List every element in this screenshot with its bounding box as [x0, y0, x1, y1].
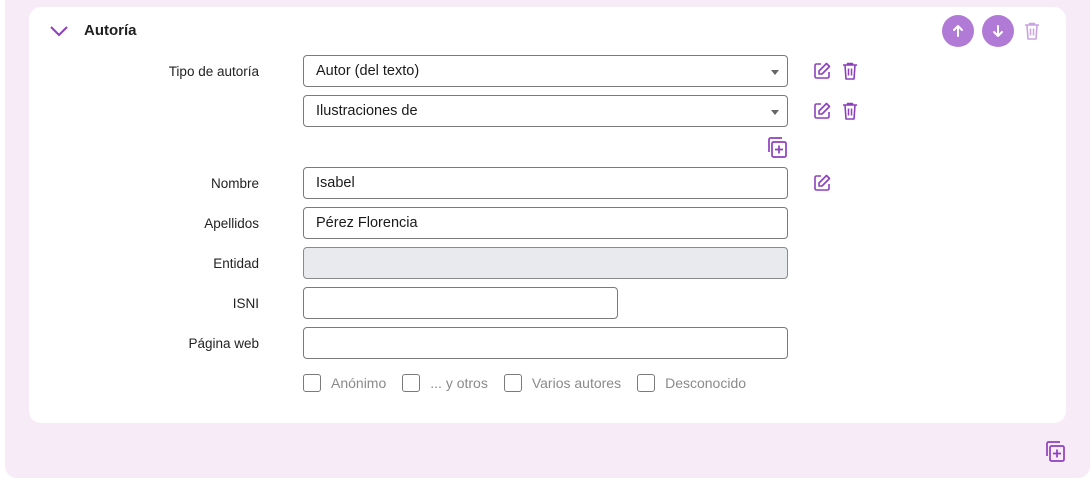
add-section-button[interactable]	[1043, 440, 1066, 463]
trash-icon	[843, 102, 857, 120]
tipo-autoria-select-1[interactable]: Autor (del texto)	[303, 55, 788, 87]
checkbox-box[interactable]	[503, 374, 522, 392]
copy-plus-icon	[1046, 441, 1065, 462]
apellidos-label: Apellidos	[204, 216, 259, 231]
pencil-square-icon	[814, 174, 831, 191]
delete-tipo-1-button[interactable]	[840, 61, 860, 81]
pagina-web-label: Página web	[188, 336, 259, 351]
apellidos-input[interactable]: Pérez Florencia	[303, 207, 788, 239]
delete-tipo-2-button[interactable]	[840, 101, 860, 121]
arrow-down-icon	[993, 25, 1003, 37]
checkbox-label: ... y otros	[430, 375, 488, 391]
edit-tipo-1-button[interactable]	[812, 61, 832, 81]
checkbox-label: Desconocido	[665, 375, 747, 391]
entidad-input	[303, 247, 788, 279]
checkbox-box[interactable]	[637, 374, 656, 392]
isni-input[interactable]	[303, 287, 618, 319]
nombre-input[interactable]: Isabel	[303, 167, 788, 199]
pagina-web-input[interactable]	[303, 327, 788, 359]
checkbox-label: Varios autores	[531, 375, 622, 391]
varios-autores-checkbox[interactable]: Varios autores	[503, 374, 622, 392]
trash-icon	[843, 62, 857, 80]
edit-nombre-button[interactable]	[812, 173, 832, 193]
desconocido-checkbox[interactable]: Desconocido	[637, 374, 746, 392]
trash-icon	[1025, 22, 1039, 40]
y-otros-checkbox[interactable]: ... y otros	[402, 374, 488, 392]
isni-label: ISNI	[232, 296, 259, 311]
nombre-label: Nombre	[210, 176, 259, 191]
anonimo-checkbox[interactable]: Anónimo	[303, 374, 386, 392]
tipo-autoria-select-2[interactable]: Ilustraciones de	[303, 95, 788, 127]
checkbox-label: Anónimo	[331, 375, 387, 391]
add-tipo-button[interactable]	[765, 136, 788, 159]
edit-tipo-2-button[interactable]	[812, 101, 832, 121]
entidad-label: Entidad	[213, 256, 259, 271]
arrow-up-icon	[953, 25, 963, 37]
checkbox-box[interactable]	[402, 374, 421, 392]
section-title: Autoría	[84, 22, 137, 39]
pencil-square-icon	[814, 102, 831, 119]
copy-plus-icon	[768, 137, 787, 158]
move-down-button[interactable]	[982, 15, 1014, 47]
author-flags: Anónimo ... y otros Varios autores Desco…	[303, 374, 762, 392]
chevron-down-icon[interactable]	[49, 24, 69, 38]
checkbox-box[interactable]	[303, 374, 321, 392]
tipo-autoria-label: Tipo de autoría	[168, 64, 259, 79]
move-up-button[interactable]	[942, 15, 974, 47]
pencil-square-icon	[814, 62, 831, 79]
delete-section-button[interactable]	[1023, 21, 1041, 41]
